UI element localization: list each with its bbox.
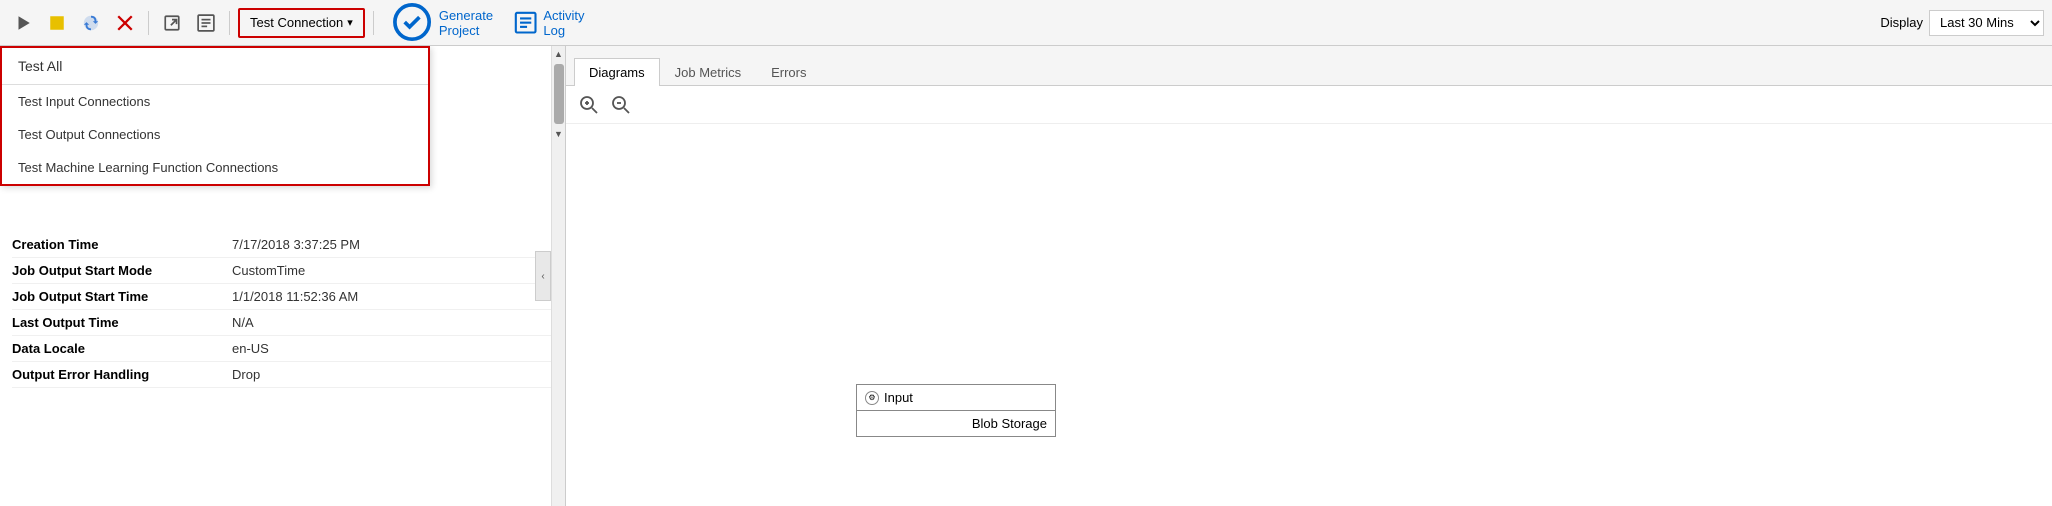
display-selector: Display Last 30 Mins Last 1 Hour Last 6 … [1880, 10, 2044, 36]
export-button[interactable] [157, 8, 187, 38]
prop-value-data-locale: en-US [232, 341, 269, 356]
test-connection-arrow: ▾ [347, 16, 353, 29]
diagram-canvas: ⚙ Input Blob Storage [566, 124, 2052, 506]
blob-node-subtitle: Blob Storage [972, 416, 1047, 431]
main-content: Test All Test Input Connections Test Out… [0, 46, 2052, 506]
tab-errors[interactable]: Errors [756, 58, 821, 86]
test-connection-dropdown: Test All Test Input Connections Test Out… [0, 46, 430, 186]
zoom-in-button[interactable] [576, 92, 602, 118]
refresh-icon [82, 14, 100, 32]
prop-key-creation-time: Creation Time [12, 237, 232, 252]
prop-key-error-handling: Output Error Handling [12, 367, 232, 382]
toolbar: Test Connection ▾ Generate Project Activ… [0, 0, 2052, 46]
node-icon: ⚙ [865, 391, 879, 405]
generate-project-label: Generate Project [439, 8, 493, 38]
prop-key-output-start-mode: Job Output Start Mode [12, 263, 232, 278]
edit-icon [197, 14, 215, 32]
toolbar-separator-1 [148, 11, 149, 35]
diagram-toolbar [566, 86, 2052, 124]
tab-diagrams[interactable]: Diagrams [574, 58, 660, 86]
blob-storage-node[interactable]: ⚙ Input Blob Storage [856, 384, 1056, 437]
test-connection-button[interactable]: Test Connection ▾ [238, 8, 365, 38]
generate-project-link[interactable]: Generate Project [382, 0, 501, 49]
dropdown-item-test-ml[interactable]: Test Machine Learning Function Connectio… [2, 151, 428, 184]
zoom-out-button[interactable] [608, 92, 634, 118]
properties-panel: Creation Time 7/17/2018 3:37:25 PM Job O… [0, 224, 565, 506]
prop-key-output-start-time: Job Output Start Time [12, 289, 232, 304]
dropdown-item-test-all[interactable]: Test All [2, 48, 428, 85]
play-icon [14, 14, 32, 32]
stop-button[interactable] [42, 8, 72, 38]
blob-node-header: ⚙ Input [857, 385, 1055, 411]
activity-log-link[interactable]: Activity Log [505, 4, 592, 42]
dropdown-item-test-output[interactable]: Test Output Connections [2, 118, 428, 151]
zoom-in-icon [579, 95, 599, 115]
blob-node-body: Blob Storage [857, 411, 1055, 436]
prop-value-creation-time: 7/17/2018 3:37:25 PM [232, 237, 360, 252]
prop-row-data-locale: Data Locale en-US [12, 336, 553, 362]
close-button[interactable] [110, 8, 140, 38]
toolbar-separator-2 [229, 11, 230, 35]
collapse-panel-button[interactable]: ‹ [535, 251, 551, 301]
dropdown-item-test-input[interactable]: Test Input Connections [2, 85, 428, 118]
display-select-input[interactable]: Last 30 Mins Last 1 Hour Last 6 Hours La… [1929, 10, 2044, 36]
activity-log-label: Activity Log [543, 8, 584, 38]
prop-row-output-start-time: Job Output Start Time 1/1/2018 11:52:36 … [12, 284, 553, 310]
prop-row-last-output-time: Last Output Time N/A [12, 310, 553, 336]
prop-value-output-start-mode: CustomTime [232, 263, 305, 278]
blob-node-title: Input [884, 390, 913, 405]
generate-project-icon [390, 0, 434, 44]
prop-value-last-output-time: N/A [232, 315, 254, 330]
prop-row-creation-time: Creation Time 7/17/2018 3:37:25 PM [12, 232, 553, 258]
zoom-out-icon [611, 95, 631, 115]
activity-log-icon [513, 10, 538, 35]
prop-key-data-locale: Data Locale [12, 341, 232, 356]
prop-value-error-handling: Drop [232, 367, 260, 382]
scroll-down-arrow[interactable]: ▼ [552, 126, 566, 142]
refresh-button[interactable] [76, 8, 106, 38]
play-button[interactable] [8, 8, 38, 38]
prop-key-last-output-time: Last Output Time [12, 315, 232, 330]
prop-value-output-start-time: 1/1/2018 11:52:36 AM [232, 289, 358, 304]
export-icon [163, 14, 181, 32]
test-connection-label: Test Connection [250, 15, 343, 30]
left-scrollbar: ▲ ▼ [551, 46, 565, 506]
stop-icon [48, 14, 66, 32]
prop-row-error-handling: Output Error Handling Drop [12, 362, 553, 388]
toolbar-separator-3 [373, 11, 374, 35]
right-panel: Diagrams Job Metrics Errors [566, 46, 2052, 506]
left-panel: Test All Test Input Connections Test Out… [0, 46, 566, 506]
tab-job-metrics[interactable]: Job Metrics [660, 58, 756, 86]
tabs-bar: Diagrams Job Metrics Errors [566, 46, 2052, 86]
display-label-text: Display [1880, 15, 1923, 30]
scroll-up-arrow[interactable]: ▲ [552, 46, 566, 62]
close-icon [116, 14, 134, 32]
scroll-thumb[interactable] [554, 64, 564, 124]
edit-button[interactable] [191, 8, 221, 38]
prop-row-output-start-mode: Job Output Start Mode CustomTime [12, 258, 553, 284]
